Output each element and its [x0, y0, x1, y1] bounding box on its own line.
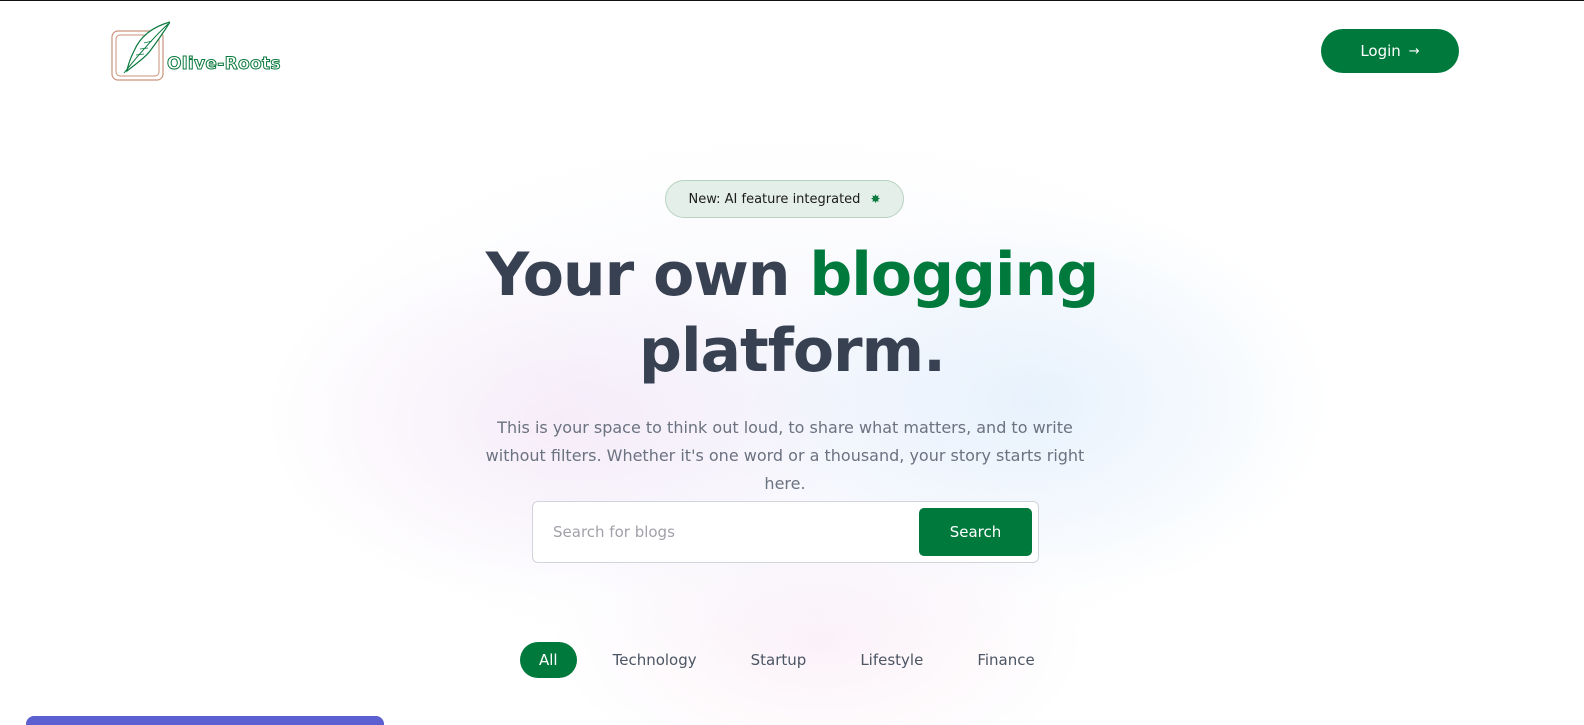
category-all[interactable]: All	[520, 642, 577, 678]
card-top-edge	[26, 716, 384, 725]
login-label: Login	[1360, 42, 1401, 60]
search-form: Search	[532, 501, 1039, 563]
category-technology[interactable]: Technology	[595, 642, 715, 678]
site-logo[interactable]: Olive-Roots	[110, 21, 281, 83]
hero-title-part2: platform.	[639, 316, 946, 386]
category-finance[interactable]: Finance	[959, 642, 1052, 678]
category-lifestyle[interactable]: Lifestyle	[842, 642, 941, 678]
site-header: Olive-Roots Login →	[0, 1, 1584, 101]
arrow-right-icon: →	[1408, 43, 1420, 59]
hero-subtitle: This is your space to think out loud, to…	[485, 418, 1085, 493]
search-input[interactable]	[553, 523, 919, 541]
feature-badge: New: AI feature integrated ✸	[665, 180, 904, 218]
logo-text: Olive-Roots	[167, 54, 281, 75]
hero-title-part1: Your own	[485, 240, 791, 310]
category-filter: All Technology Startup Lifestyle Finance	[520, 642, 1071, 678]
hero-title: Your own blogging platform.	[0, 237, 1584, 389]
hero-title-accent: blogging	[809, 240, 1099, 310]
badge-text: New: AI feature integrated	[688, 191, 861, 207]
feather-icon	[111, 21, 170, 81]
login-button[interactable]: Login →	[1321, 29, 1459, 73]
category-startup[interactable]: Startup	[733, 642, 825, 678]
star-icon: ✸	[870, 192, 881, 206]
search-button[interactable]: Search	[919, 508, 1032, 556]
